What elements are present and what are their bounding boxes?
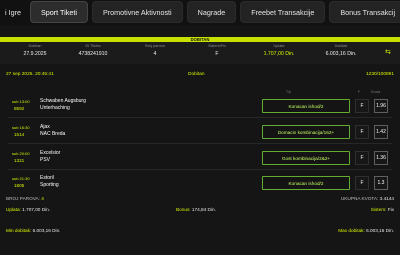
bonus-label: Bonus: [176,207,191,212]
total-odds-summary: UKUPNA KVOTA: 3.4144 [341,196,394,201]
share-icon[interactable]: ⇆ [385,48,391,56]
ticket-state: Dobitan [188,72,205,77]
col-stake: Uplata 1.707,00 Din. [244,44,314,57]
bet-pick-button[interactable]: Konacan ishod/2 [262,176,350,190]
away-team: NAC Breda [40,131,66,137]
away-team: Sporting [40,182,59,188]
value-pairs: 4 [153,51,157,57]
system-value: Fix [387,207,394,212]
col-system: Sistem/Fix F [182,44,252,57]
stake-summary: Uplata: 1.707,00 Din. [6,207,50,212]
match-time: sub 16:30 [12,125,30,130]
bet-pick-button[interactable]: Domacin kombinacija/162+ [262,125,350,139]
match-time: sub 21:30 [12,176,30,181]
label-ticket-id: ID Tiketa [85,44,101,48]
pairs-summary: BROJ PAROVA: 4 [6,196,44,201]
label-win: Dobitak [334,44,348,48]
odds-value: 1.96 [374,99,388,113]
col-ticket-id: ID Tiketa 4738241910 [58,44,128,57]
bet-pick-button[interactable]: Gost kombinacija/2&2+ [262,151,350,165]
tab-games[interactable]: i Igre [0,1,26,23]
max-win-value: 6.003,16 Din. [366,228,394,233]
fix-indicator: F [355,176,369,190]
divider [8,143,392,144]
bet-pick-button[interactable]: Konacan ishod/2 [262,99,350,113]
tab-sport-tickets[interactable]: Sport Tiketi [29,1,88,23]
match-code: 1321 [14,158,25,163]
col-win: Dobitak 6.003,16 Din. [306,44,376,57]
system-label: Sistem: [370,207,387,212]
divider [8,117,392,118]
column-odds-header: Kvota [371,90,381,94]
tab-bonus-transactions[interactable]: Bonus Transakcij [329,1,400,23]
match-row-4: sub 21:30 1805 Estoril Sporting Konacan … [0,172,400,192]
label-stake: Uplata [273,44,285,48]
total-odds-value: 3.4144 [379,196,394,201]
total-odds-label: UKUPNA KVOTA: [340,196,379,201]
match-time: sub 13:00 [12,99,30,104]
match-code: 8592 [14,106,25,111]
label-system: Sistem/Fix [208,44,226,48]
value-ticket-id: 4738241910 [78,51,108,57]
system-summary: Sistem: Fix [371,207,394,212]
match-time: sub 20:00 [12,151,30,156]
odds-value: 1.36 [374,151,388,165]
home-team: Excelsior [40,150,61,156]
home-team: Schwaben Augsburg [40,98,86,104]
tab-rewards[interactable]: Nagrade [186,1,237,23]
min-win-value: 6.003,16 Din. [32,228,61,233]
label-pairs: Broj parova [145,44,165,48]
fix-indicator: F [355,99,369,113]
column-pick-header: Tip [286,90,291,94]
col-pairs: Broj parova 4 [120,44,190,57]
pairs-value: 4 [41,196,44,201]
min-win-label: Min dobitak: [6,228,32,233]
match-row-2: sub 16:30 1514 Ajax NAC Breda Domacin ko… [0,121,400,141]
value-system: F [215,51,219,57]
tab-bar: i Igre Sport Tiketi Promotivne Aktivnost… [0,0,400,25]
bonus-value: 174,84 Din. [191,207,216,212]
min-win-summary: Min dobitak: 6.003,16 Din. [6,228,60,233]
pairs-label: BROJ PAROVA: [6,196,40,201]
match-row-3: sub 20:00 1321 Excelsior PSV Gost kombin… [0,147,400,167]
away-team: PSV [40,157,51,163]
divider [8,169,392,170]
stake-label: Uplata: [6,207,21,212]
max-win-summary: Max dobitak: 6.003,16 Din. [338,228,394,233]
ticket-reference: 1230/100891 [365,72,394,77]
away-team: Unterhaching [40,105,70,111]
bonus-summary: Bonus: 174,84 Din. [176,207,216,212]
value-win: 6.003,16 Din. [325,51,357,57]
ticket-status-row: 27 sep 2025. 20:45:41 Dobitan 1230/10089… [0,71,400,80]
tab-promotions[interactable]: Promotivne Aktivnosti [91,1,183,23]
odds-value: 1.3 [374,176,388,190]
stake-value: 1.707,00 Din. [22,207,51,212]
fix-indicator: F [355,125,369,139]
column-f-header: F [358,90,361,94]
home-team: Ajax [40,124,50,130]
match-code: 1514 [14,132,25,137]
odds-value: 1.42 [374,125,388,139]
max-win-label: Max dobitak: [338,228,365,233]
ticket-info-header: Dobitan 27.9.2025 ID Tiketa 4738241910 B… [0,42,400,64]
fix-indicator: F [355,151,369,165]
ticket-timestamp: 27 sep 2025. 20:45:41 [6,72,54,77]
match-code: 1805 [14,183,25,188]
tab-freebet-transactions[interactable]: Freebet Transakcije [240,1,326,23]
match-row-1: sub 13:00 8592 Schwaben Augsburg Unterha… [0,95,400,115]
home-team: Estoril [40,175,54,181]
value-stake: 1.707,00 Din. [263,51,295,57]
